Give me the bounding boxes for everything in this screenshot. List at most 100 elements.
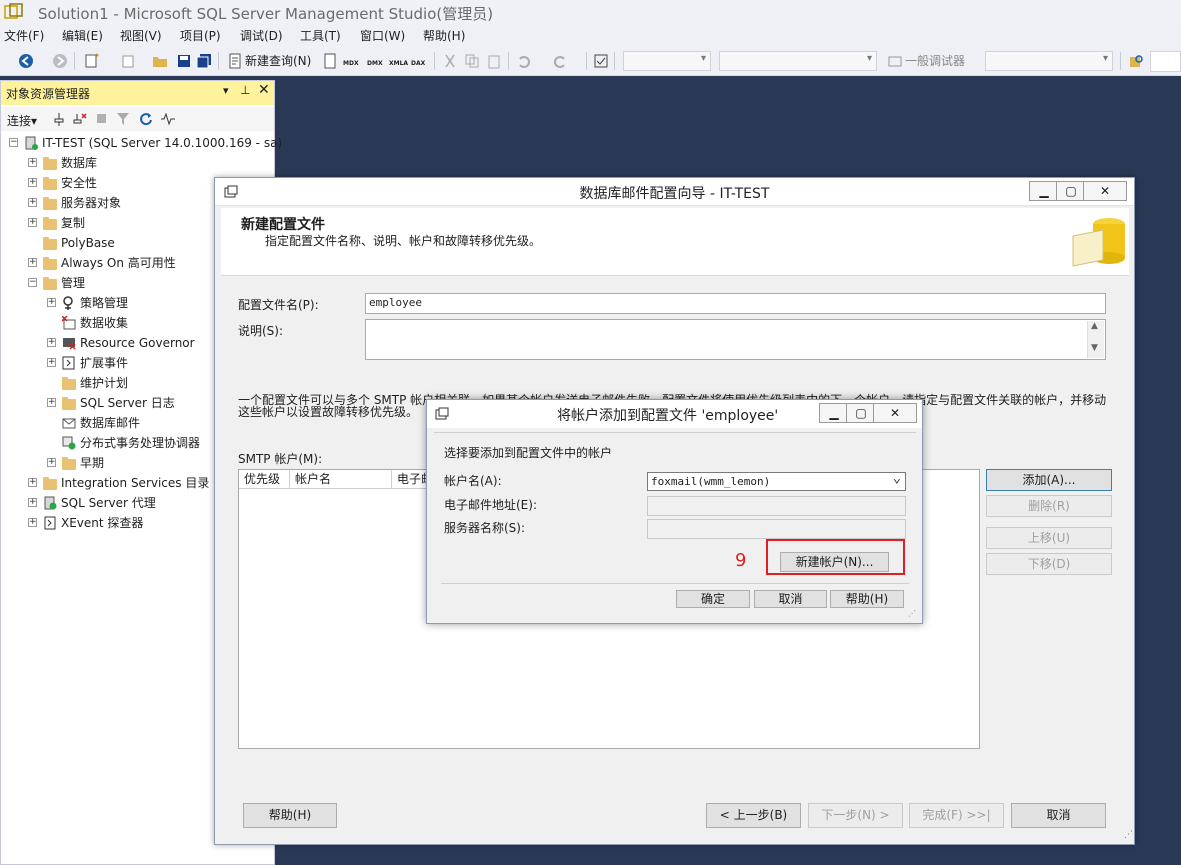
scroll-up-icon[interactable]: ▲ <box>1091 321 1098 331</box>
find-icon[interactable] <box>1128 53 1144 69</box>
window-title: Solution1 - Microsoft SQL Server Managem… <box>38 5 494 23</box>
mdx-query-label[interactable]: MDX <box>343 60 359 67</box>
dax-query-label[interactable]: DAX <box>411 60 425 67</box>
smtp-accounts-label: SMTP 帐户(M): <box>238 452 323 466</box>
dialog-help-button[interactable]: 帮助(H) <box>830 590 904 608</box>
menu-edit[interactable]: 编辑(E) <box>62 27 103 44</box>
find-input[interactable] <box>1150 51 1181 72</box>
collapse-icon[interactable]: − <box>9 138 18 147</box>
column-header-account-name[interactable]: 帐户名 <box>290 470 392 489</box>
expand-icon[interactable]: + <box>47 398 56 407</box>
wizard-title: 数据库邮件配置向导 - IT-TEST <box>579 186 770 202</box>
forward-icon[interactable] <box>52 53 68 69</box>
new-project-icon[interactable] <box>84 53 100 69</box>
back-button[interactable]: < 上一步(B) <box>706 803 801 828</box>
resize-grip-icon[interactable]: ⋰ <box>1124 830 1133 840</box>
expand-icon[interactable]: + <box>47 338 56 347</box>
expand-icon[interactable]: + <box>28 478 37 487</box>
expand-icon[interactable]: + <box>28 158 37 167</box>
wizard-cancel-button[interactable]: 取消 <box>1011 803 1106 828</box>
paste-icon[interactable] <box>486 53 502 69</box>
xmla-query-label[interactable]: XMLA <box>389 60 408 67</box>
menu-help[interactable]: 帮助(H) <box>423 27 465 44</box>
policy-icon <box>62 296 76 310</box>
expand-icon[interactable]: + <box>47 458 56 467</box>
solution-explorer-icon[interactable] <box>593 53 609 69</box>
minimize-button[interactable]: ▁ <box>1029 181 1059 201</box>
dialog-close-button[interactable]: ✕ <box>873 403 917 423</box>
collapse-icon[interactable]: − <box>28 278 37 287</box>
next-button[interactable]: 下一步(N) > <box>808 803 903 828</box>
description-scrollbar[interactable]: ▲ ▼ <box>1087 321 1104 358</box>
expand-icon[interactable]: + <box>28 258 37 267</box>
menu-file[interactable]: 文件(F) <box>4 27 44 44</box>
undo-icon[interactable] <box>516 53 532 69</box>
scroll-down-icon[interactable]: ▼ <box>1091 343 1098 353</box>
move-up-button[interactable]: 上移(U) <box>986 527 1112 549</box>
wizard-help-button[interactable]: 帮助(H) <box>243 803 337 828</box>
tree-node-label: Resource Governor <box>80 336 195 350</box>
expand-icon[interactable]: + <box>28 178 37 187</box>
save-all-icon[interactable] <box>196 53 212 69</box>
new-query-button[interactable]: 新建查询(N) <box>245 52 311 69</box>
profile-name-input[interactable]: employee <box>365 293 1106 314</box>
account-name-dropdown[interactable]: foxmail(wmm_lemon) <box>647 470 906 491</box>
copy-icon[interactable] <box>464 53 480 69</box>
expand-icon[interactable]: + <box>28 198 37 207</box>
new-query-icon[interactable] <box>227 53 243 69</box>
expand-icon[interactable]: + <box>47 358 56 367</box>
add-item-icon[interactable] <box>120 53 136 69</box>
expand-icon[interactable]: + <box>28 518 37 527</box>
redo-icon[interactable] <box>552 53 568 69</box>
solution-config-dropdown[interactable] <box>623 51 711 71</box>
dmx-query-label[interactable]: DMX <box>367 60 383 67</box>
move-down-button[interactable]: 下移(D) <box>986 553 1112 575</box>
pin-icon[interactable]: ⊥ <box>240 83 250 97</box>
toolbar-separator <box>614 52 615 70</box>
debugger-label[interactable]: 一般调试器 <box>905 52 965 69</box>
connect-button[interactable]: 连接▾ <box>7 112 37 129</box>
refresh-icon[interactable] <box>139 112 153 126</box>
stop-icon[interactable] <box>97 114 107 124</box>
menu-tools[interactable]: 工具(T) <box>300 27 341 44</box>
expand-icon[interactable]: + <box>28 498 37 507</box>
finish-button[interactable]: 完成(F) >>| <box>909 803 1004 828</box>
remove-account-button[interactable]: 删除(R) <box>986 495 1112 517</box>
activity-monitor-icon[interactable] <box>161 113 175 125</box>
debug-target-dropdown[interactable] <box>985 51 1113 71</box>
add-account-button[interactable]: 添加(A)... <box>986 469 1112 491</box>
close-button[interactable]: ✕ <box>1083 181 1127 201</box>
column-header-priority[interactable]: 优先级 <box>239 470 290 489</box>
platform-dropdown[interactable] <box>719 51 877 71</box>
save-icon[interactable] <box>176 53 192 69</box>
disconnect-icon[interactable] <box>73 112 87 126</box>
expand-icon[interactable]: + <box>28 218 37 227</box>
dialog-maximize-button[interactable]: ▢ <box>846 403 876 423</box>
panel-menu-icon[interactable]: ▾ <box>223 84 229 97</box>
toolbar-separator <box>1120 52 1121 70</box>
open-file-icon[interactable] <box>152 53 168 69</box>
close-panel-icon[interactable]: ✕ <box>258 82 270 98</box>
tree-node[interactable]: − IT-TEST (SQL Server 14.0.1000.169 - sa) <box>1 133 282 153</box>
menu-view[interactable]: 视图(V) <box>120 27 162 44</box>
menu-project[interactable]: 项目(P) <box>180 27 221 44</box>
menu-window[interactable]: 窗口(W) <box>360 27 405 44</box>
menu-debug[interactable]: 调试(D) <box>240 27 283 44</box>
maximize-button[interactable]: ▢ <box>1056 181 1086 201</box>
cut-icon[interactable] <box>442 53 458 69</box>
tree-node[interactable]: + 数据库 <box>1 153 274 173</box>
debugger-icon[interactable] <box>887 53 903 69</box>
query-icon[interactable] <box>322 53 338 69</box>
dialog-cancel-button[interactable]: 取消 <box>754 590 827 608</box>
filter-icon[interactable] <box>117 113 129 125</box>
connect-icon[interactable] <box>53 113 65 126</box>
dialog-minimize-button[interactable]: ▁ <box>819 403 849 423</box>
folder-icon <box>43 237 57 250</box>
agent-icon <box>43 496 57 510</box>
expand-icon[interactable]: + <box>47 298 56 307</box>
toolbar: 新建查询(N) MDX DMX XMLA DAX 一般调试器 <box>0 46 1181 76</box>
dialog-ok-button[interactable]: 确定 <box>676 590 750 608</box>
dialog-resize-grip-icon[interactable]: ⋰ <box>908 609 916 618</box>
description-textarea[interactable] <box>365 319 1106 360</box>
back-icon[interactable] <box>18 53 34 69</box>
